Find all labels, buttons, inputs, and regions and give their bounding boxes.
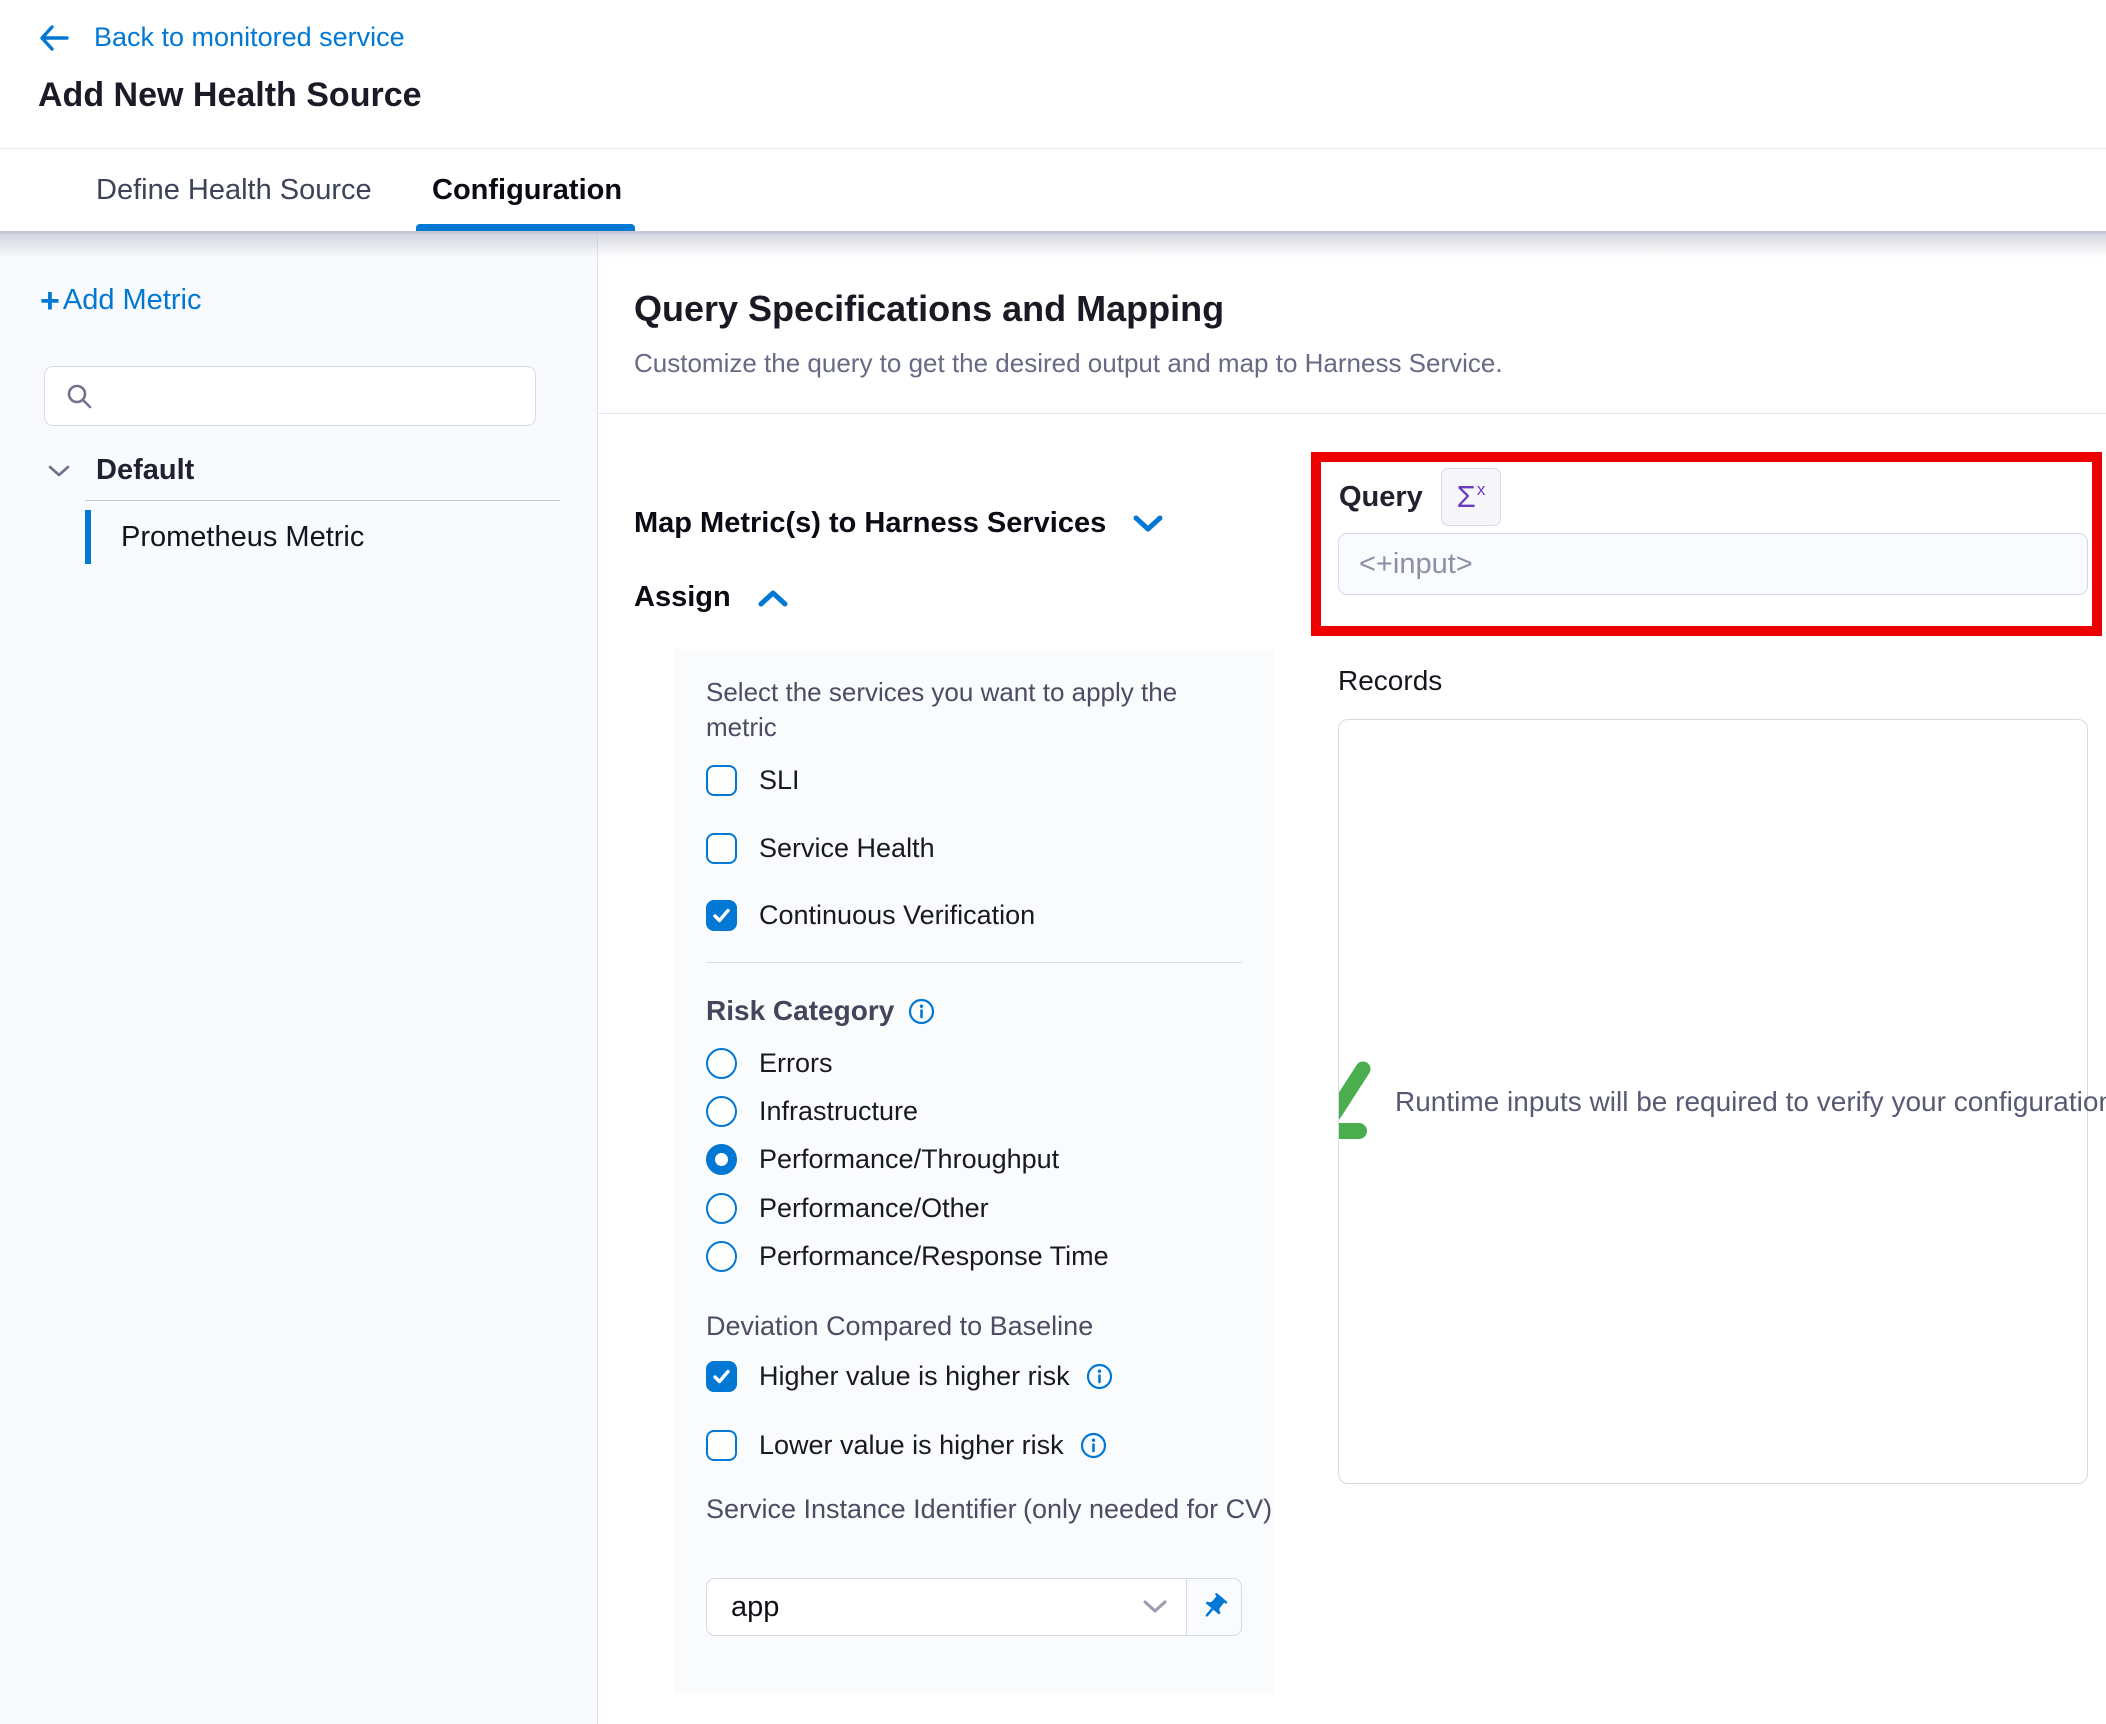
info-icon[interactable] bbox=[1086, 1363, 1113, 1390]
add-health-source-page: Back to monitored service Add New Health… bbox=[0, 0, 2106, 1724]
tab-bar: Define Health Source Configuration bbox=[0, 149, 2106, 234]
checkbox-service-health[interactable]: Service Health bbox=[706, 833, 935, 864]
radio-performance-response-time[interactable]: Performance/Response Time bbox=[706, 1241, 1109, 1272]
checkbox-sli[interactable]: SLI bbox=[706, 765, 800, 796]
radio-label: Errors bbox=[759, 1048, 833, 1079]
map-metrics-section-toggle[interactable]: Map Metric(s) to Harness Services bbox=[634, 507, 1164, 540]
query-label: Query bbox=[1339, 481, 1423, 514]
info-icon[interactable] bbox=[1080, 1432, 1107, 1459]
chevron-down-icon bbox=[1142, 1599, 1168, 1615]
service-instance-value: app bbox=[731, 1591, 1142, 1624]
checkbox-box[interactable] bbox=[706, 1430, 737, 1461]
pin-button[interactable] bbox=[1186, 1578, 1242, 1636]
service-instance-note: (only needed for CV) bbox=[1023, 1492, 1272, 1527]
radio-label: Performance/Throughput bbox=[759, 1144, 1059, 1175]
search-input[interactable] bbox=[93, 367, 535, 425]
group-label: Default bbox=[96, 454, 194, 487]
risk-category-header: Risk Category bbox=[706, 995, 935, 1027]
pushpin-icon bbox=[1193, 1586, 1235, 1628]
sidebar-item-prometheus-metric[interactable]: Prometheus Metric bbox=[85, 510, 560, 564]
group-divider bbox=[85, 500, 560, 501]
add-metric-label: Add Metric bbox=[63, 284, 202, 317]
radio-button[interactable] bbox=[706, 1096, 737, 1127]
sigma-icon: Σ bbox=[1457, 479, 1476, 515]
service-instance-header: Service Instance Identifier (only needed… bbox=[706, 1492, 1272, 1527]
assign-intro-text: Select the services you want to apply th… bbox=[706, 675, 1251, 745]
query-input[interactable]: <+input> bbox=[1338, 533, 2088, 595]
service-instance-select[interactable]: app bbox=[706, 1578, 1187, 1636]
check-icon bbox=[712, 1367, 731, 1386]
add-metric-button[interactable]: + Add Metric bbox=[40, 284, 201, 317]
deviation-label: Deviation Compared to Baseline bbox=[706, 1311, 1093, 1342]
checkbox-box[interactable] bbox=[706, 900, 737, 931]
records-message-text: Runtime inputs will be required to verif… bbox=[1395, 1086, 2106, 1118]
assign-section-toggle[interactable]: Assign bbox=[634, 581, 789, 614]
radio-label: Performance/Response Time bbox=[759, 1241, 1109, 1272]
radio-performance-other[interactable]: Performance/Other bbox=[706, 1193, 989, 1224]
tab-configuration[interactable]: Configuration bbox=[432, 149, 622, 231]
section-heading: Query Specifications and Mapping bbox=[634, 288, 1224, 330]
radio-performance-throughput[interactable]: Performance/Throughput bbox=[706, 1144, 1059, 1175]
heading-divider bbox=[598, 413, 2106, 414]
service-instance-row: app bbox=[706, 1578, 1242, 1636]
sigma-superscript: x bbox=[1477, 480, 1486, 500]
metric-group-default[interactable]: Default bbox=[48, 454, 194, 487]
back-arrow-icon bbox=[38, 23, 70, 53]
checkbox-continuous-verification[interactable]: Continuous Verification bbox=[706, 900, 1035, 931]
assign-panel: Select the services you want to apply th… bbox=[674, 649, 1274, 1693]
active-tab-indicator bbox=[416, 224, 635, 231]
radio-button[interactable] bbox=[706, 1193, 737, 1224]
chevron-down-icon bbox=[1132, 514, 1164, 534]
checkbox-label: Continuous Verification bbox=[759, 900, 1035, 931]
metrics-sidebar: + Add Metric Default Prometheus Metric bbox=[0, 234, 598, 1724]
checkbox-box[interactable] bbox=[706, 833, 737, 864]
service-instance-label: Service Instance Identifier bbox=[706, 1492, 1023, 1527]
info-icon[interactable] bbox=[908, 998, 935, 1025]
back-link[interactable]: Back to monitored service bbox=[38, 22, 405, 53]
runtime-input-icon bbox=[1339, 1060, 1379, 1144]
radio-infrastructure[interactable]: Infrastructure bbox=[706, 1096, 918, 1127]
radio-button[interactable] bbox=[706, 1048, 737, 1079]
plus-icon: + bbox=[40, 286, 60, 316]
search-icon bbox=[65, 382, 93, 410]
selected-metric-indicator bbox=[85, 510, 91, 564]
radio-label: Performance/Other bbox=[759, 1193, 989, 1224]
query-annotation-box: Query Σ x <+input> bbox=[1311, 452, 2102, 636]
page-title: Add New Health Source bbox=[38, 76, 422, 115]
radio-button[interactable] bbox=[706, 1144, 737, 1175]
back-link-label: Back to monitored service bbox=[94, 22, 405, 53]
chevron-down-icon bbox=[48, 464, 70, 478]
radio-button[interactable] bbox=[706, 1241, 737, 1272]
tab-define-health-source[interactable]: Define Health Source bbox=[96, 149, 372, 231]
checkbox-box[interactable] bbox=[706, 1361, 737, 1392]
tab-label: Configuration bbox=[432, 174, 622, 207]
checkbox-label: SLI bbox=[759, 765, 800, 796]
check-icon bbox=[712, 906, 731, 925]
radio-label: Infrastructure bbox=[759, 1096, 918, 1127]
metric-label: Prometheus Metric bbox=[121, 521, 364, 554]
map-metrics-label: Map Metric(s) to Harness Services bbox=[634, 507, 1106, 540]
records-box: Runtime inputs will be required to verif… bbox=[1338, 719, 2088, 1484]
chevron-up-icon bbox=[757, 588, 789, 608]
formula-button[interactable]: Σ x bbox=[1441, 468, 1501, 526]
panel-divider bbox=[706, 962, 1242, 963]
checkbox-label: Lower value is higher risk bbox=[759, 1430, 1064, 1461]
page-header: Back to monitored service Add New Health… bbox=[0, 0, 2106, 149]
records-label: Records bbox=[1338, 665, 1442, 697]
records-message: Runtime inputs will be required to verif… bbox=[1339, 1060, 2106, 1144]
checkbox-higher-value-higher-risk[interactable]: Higher value is higher risk bbox=[706, 1361, 1113, 1392]
checkbox-box[interactable] bbox=[706, 765, 737, 796]
checkbox-label: Higher value is higher risk bbox=[759, 1361, 1070, 1392]
risk-category-label: Risk Category bbox=[706, 995, 894, 1027]
tab-label: Define Health Source bbox=[96, 174, 372, 207]
section-subheading: Customize the query to get the desired o… bbox=[634, 348, 1503, 379]
radio-errors[interactable]: Errors bbox=[706, 1048, 833, 1079]
assign-label: Assign bbox=[634, 581, 731, 614]
checkbox-label: Service Health bbox=[759, 833, 935, 864]
metric-search bbox=[44, 366, 536, 426]
checkbox-lower-value-higher-risk[interactable]: Lower value is higher risk bbox=[706, 1430, 1107, 1461]
